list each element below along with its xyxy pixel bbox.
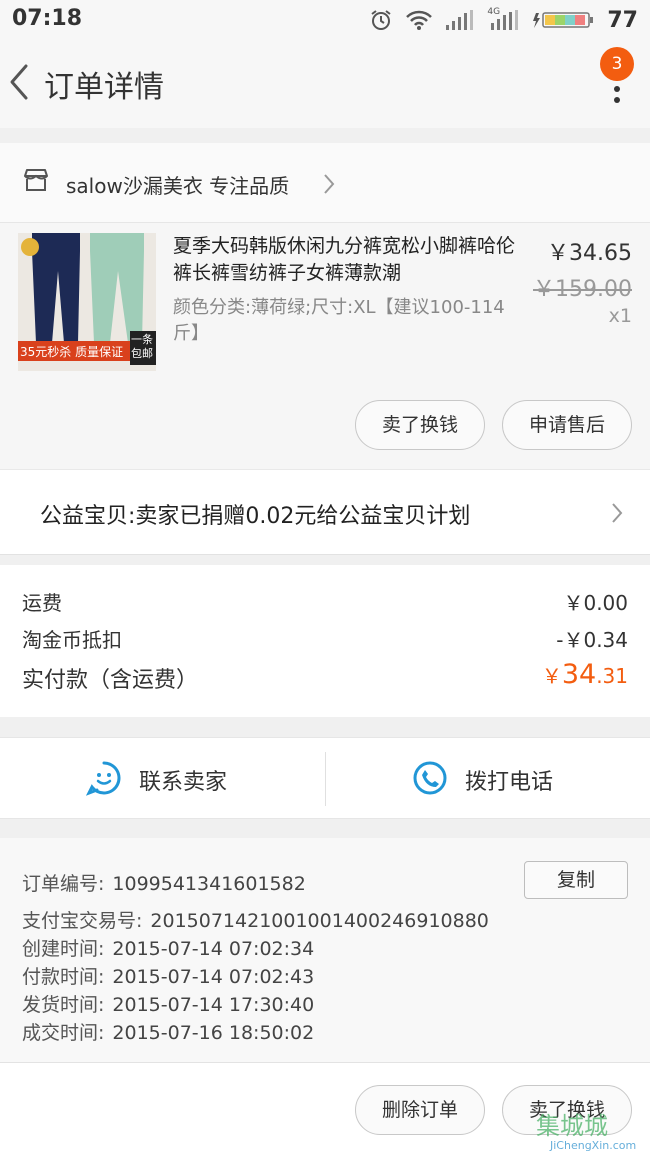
paid-time-row: 付款时间: 2015-07-14 07:02:43 bbox=[22, 966, 315, 988]
page-title: 订单详情 bbox=[44, 70, 164, 105]
chat-smile-icon bbox=[86, 761, 121, 796]
shipping-value: ￥0.00 bbox=[563, 591, 628, 615]
wifi-icon bbox=[406, 10, 433, 30]
watermark-url: JiChengXin.com bbox=[550, 1139, 637, 1152]
product-thumbnail[interactable]: 35元秒杀 质量保证 一条包邮 bbox=[18, 233, 156, 371]
status-icons: 4G 77 bbox=[369, 6, 638, 34]
product-quantity: x1 bbox=[608, 305, 632, 327]
site-watermark: 集城城 JiChengXin.com bbox=[530, 1098, 650, 1155]
charity-row[interactable]: 公益宝贝:卖家已捐赠0.02元给公益宝贝计划 bbox=[0, 469, 650, 555]
alipay-row: 支付宝交易号: 2015071421001001400246910880 bbox=[22, 910, 489, 932]
shipping-label: 运费 bbox=[22, 591, 62, 615]
notification-badge: 3 bbox=[600, 47, 634, 81]
product-sku: 颜色分类:薄荷绿;尺寸:XL【建议100-114斤】 bbox=[173, 297, 505, 344]
watermark-logo: 集城城 bbox=[536, 1112, 608, 1140]
back-arrow-icon[interactable] bbox=[6, 62, 36, 102]
phone-icon bbox=[413, 761, 447, 795]
total-label: 实付款（含运费） bbox=[22, 668, 199, 693]
signal-icon bbox=[446, 10, 474, 30]
completed-time-row: 成交时间: 2015-07-16 18:50:02 bbox=[22, 1022, 315, 1044]
contact-seller-button[interactable]: 联系卖家 bbox=[0, 738, 325, 820]
alarm-icon bbox=[371, 10, 391, 30]
completed-time: 2015-07-16 18:50:02 bbox=[112, 1022, 315, 1044]
charity-text: 公益宝贝:卖家已捐赠0.02元给公益宝贝计划 bbox=[40, 504, 471, 529]
nav-bar: 订单详情 3 bbox=[0, 40, 650, 128]
contact-bar: 联系卖家 拨打电话 bbox=[0, 737, 650, 819]
call-phone-button[interactable]: 拨打电话 bbox=[325, 738, 650, 820]
alipay-number: 2015071421001001400246910880 bbox=[150, 910, 489, 932]
sell-button[interactable]: 卖了换钱 bbox=[355, 400, 485, 450]
payment-summary: 运费 ￥0.00 淘金币抵扣 -￥0.34 实付款（含运费） ￥34.31 bbox=[0, 565, 650, 717]
product-price: ￥34.65 bbox=[547, 241, 632, 266]
order-number: 1099541341601582 bbox=[112, 873, 306, 895]
created-time-row: 创建时间: 2015-07-14 07:02:34 bbox=[22, 938, 315, 960]
paid-time: 2015-07-14 07:02:43 bbox=[112, 966, 315, 988]
order-number-row: 订单编号: 1099541341601582 bbox=[22, 873, 306, 895]
status-time: 07:18 bbox=[12, 6, 83, 31]
shop-row[interactable]: salow沙漏美衣 专注品质 bbox=[0, 143, 650, 223]
status-bar: 07:18 4G 77 bbox=[0, 0, 650, 40]
coin-discount-label: 淘金币抵扣 bbox=[22, 628, 122, 652]
chevron-right-icon bbox=[324, 174, 335, 194]
shipped-time: 2015-07-14 17:30:40 bbox=[112, 994, 315, 1016]
signal-4g-icon: 4G bbox=[487, 7, 521, 31]
order-item[interactable]: 35元秒杀 质量保证 一条包邮 夏季大码韩版休闲九分裤宽松小脚裤哈伦裤长裤雪纺裤… bbox=[0, 223, 650, 469]
thumbnail-tag: 一条包邮 bbox=[131, 333, 153, 360]
total-value: ￥34.31 bbox=[541, 659, 628, 690]
call-phone-label: 拨打电话 bbox=[465, 770, 554, 795]
shipped-time-row: 发货时间: 2015-07-14 17:30:40 bbox=[22, 994, 315, 1016]
store-icon bbox=[24, 169, 48, 191]
shop-name: salow沙漏美衣 专注品质 bbox=[66, 174, 290, 198]
product-title: 夏季大码韩版休闲九分裤宽松小脚裤哈伦裤长裤雪纺裤子女裤薄款潮 bbox=[173, 235, 516, 284]
product-original-price: ￥159.00 bbox=[533, 277, 632, 302]
created-time: 2015-07-14 07:02:34 bbox=[112, 938, 315, 960]
contact-seller-label: 联系卖家 bbox=[139, 770, 228, 795]
copy-button[interactable]: 复制 bbox=[524, 861, 628, 899]
chevron-right-icon bbox=[612, 503, 623, 523]
battery-level: 77 bbox=[607, 7, 638, 33]
coin-discount-value: -￥0.34 bbox=[556, 628, 628, 652]
battery-icon bbox=[533, 12, 594, 28]
delete-order-button[interactable]: 删除订单 bbox=[355, 1085, 485, 1135]
thumbnail-banner: 35元秒杀 质量保证 bbox=[20, 345, 124, 359]
order-info: 订单编号: 1099541341601582 复制 支付宝交易号: 20150714… bbox=[0, 838, 650, 1062]
after-sale-button[interactable]: 申请售后 bbox=[502, 400, 632, 450]
